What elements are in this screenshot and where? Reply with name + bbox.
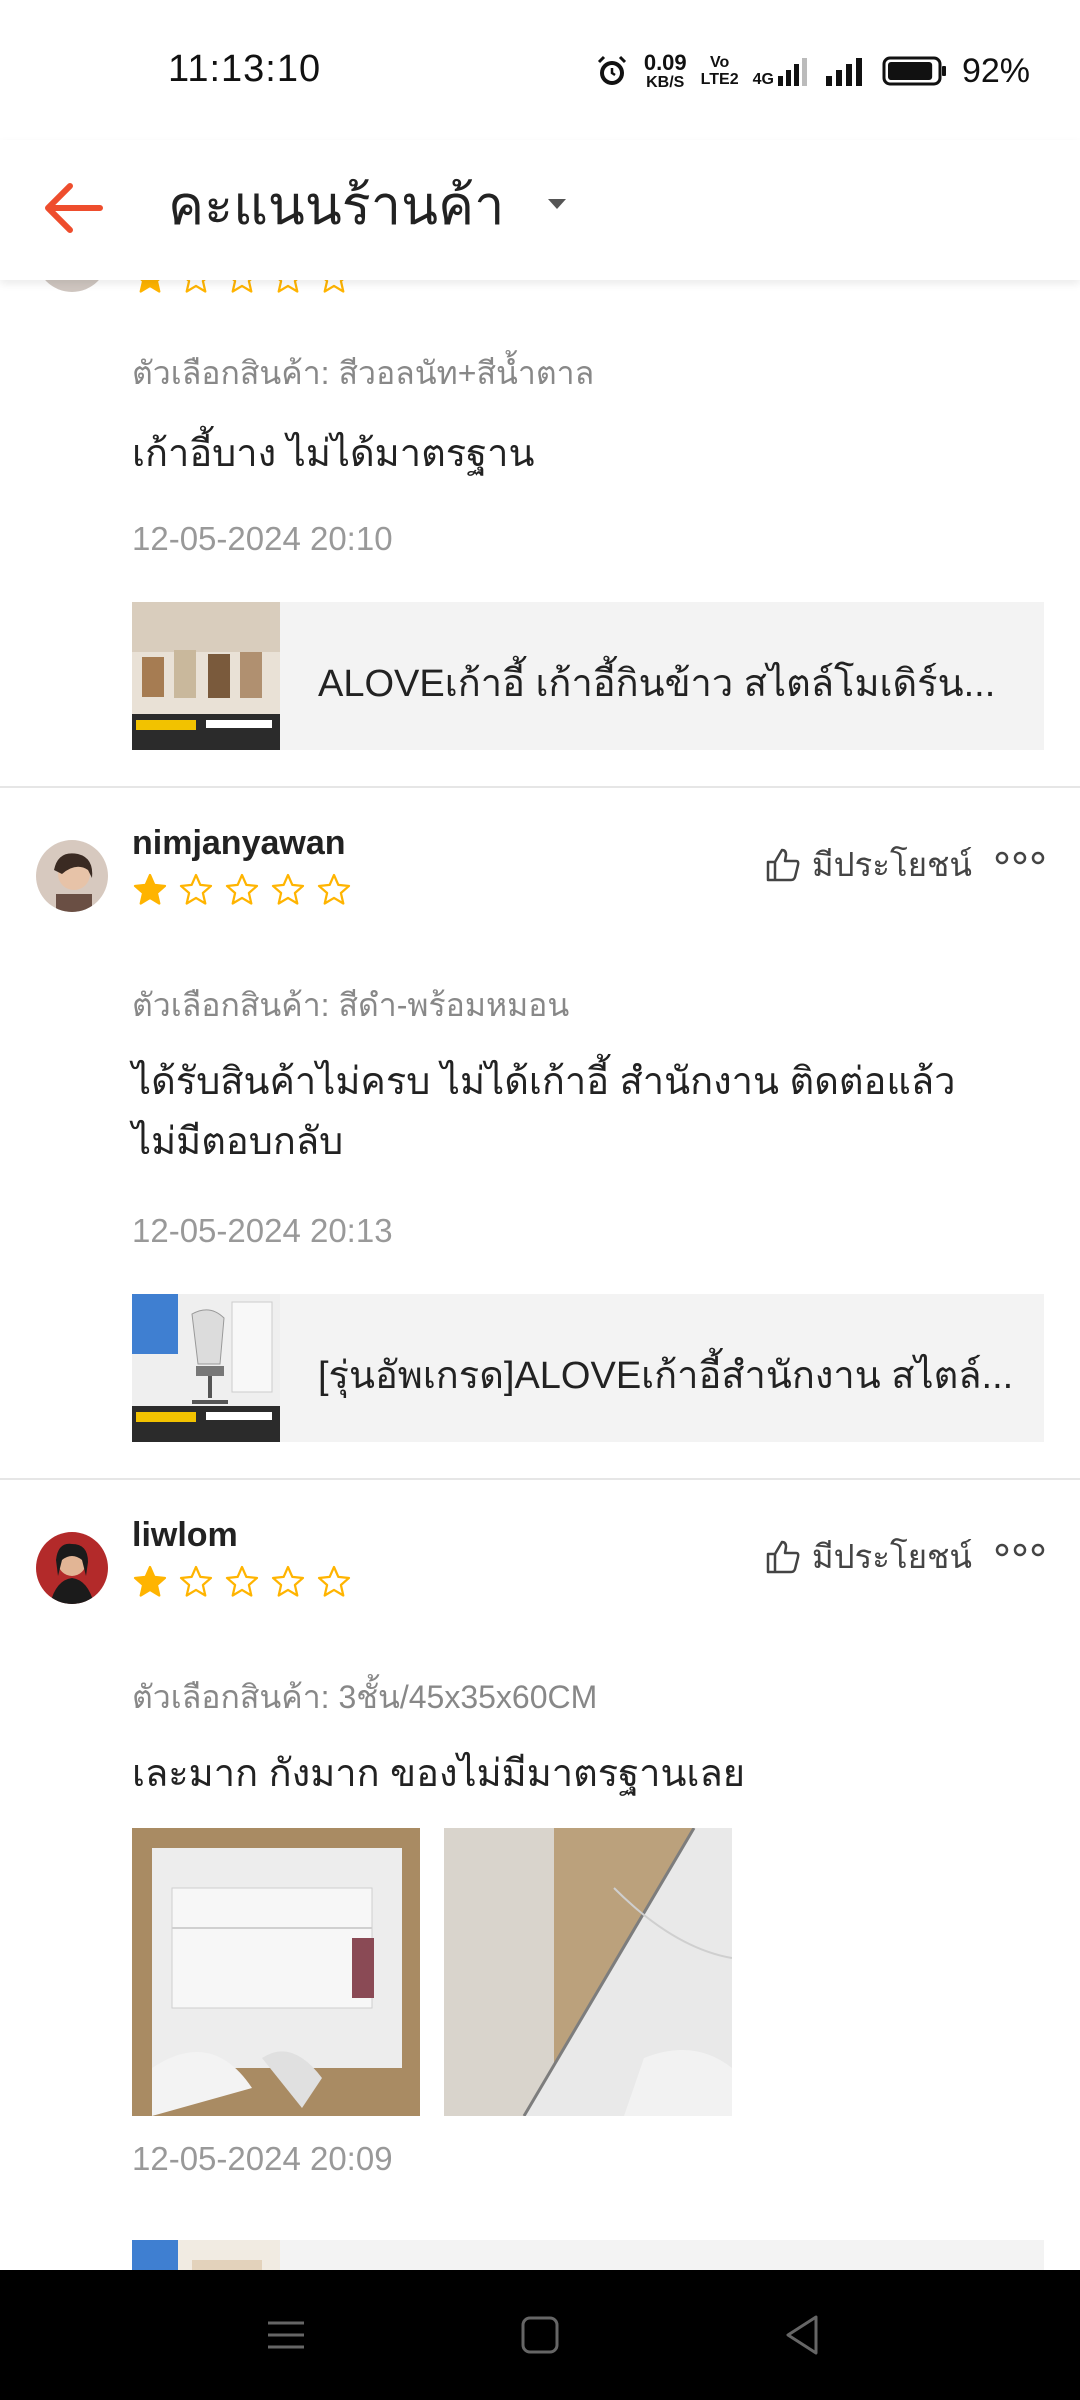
more-options-icon[interactable] xyxy=(992,838,1048,878)
product-name: [รุ่นอัพเกรด]ALOVEเก้าอี้สำนักงาน สไตล์.… xyxy=(318,1355,1014,1397)
helpful-button[interactable]: มีประโยชน์ xyxy=(764,1530,972,1583)
dropdown-caret-icon[interactable] xyxy=(542,188,572,218)
star-empty-icon xyxy=(317,1565,351,1597)
star-empty-icon xyxy=(225,873,259,905)
star-filled-icon xyxy=(139,280,161,293)
product-name: ALOVEเก้าอี้ เก้าอี้กินข้าว สไตล์โมเดิร์… xyxy=(318,663,996,705)
back-arrow-icon[interactable] xyxy=(36,168,116,248)
signal-icon-1 xyxy=(777,58,807,86)
product-variation: ตัวเลือกสินค้า: สีวอลนัท+สีน้ำตาล xyxy=(132,355,595,391)
avatar[interactable] xyxy=(36,1532,108,1604)
star-filled-icon xyxy=(133,1565,167,1597)
page-title: คะแนนร้านค้า xyxy=(168,176,505,236)
avatar[interactable] xyxy=(36,280,108,292)
star-empty-icon xyxy=(179,1565,213,1597)
star-empty-icon xyxy=(317,873,351,905)
star-empty-icon xyxy=(271,1565,305,1597)
volte-bottom: LTE2 xyxy=(700,71,739,88)
volte-top: Vo xyxy=(709,54,730,71)
star-empty-icon xyxy=(179,873,213,905)
thumbs-up-icon xyxy=(766,848,800,881)
star-empty-icon xyxy=(225,1565,259,1597)
review-photo[interactable] xyxy=(132,1828,420,2116)
battery-percent: 92% xyxy=(961,51,1030,90)
product-card[interactable] xyxy=(132,2240,1044,2270)
signal-icon-2 xyxy=(825,58,862,86)
review-item: ตัวเลือกสินค้า: สีวอลนัท+สีน้ำตาล เก้าอี… xyxy=(0,280,1080,788)
network-type-label: 4G xyxy=(752,71,774,88)
review-item: nimjanyawan มีประโยชน์ ตัวเลือกสินค้า: ส… xyxy=(0,788,1080,1480)
alarm-icon xyxy=(597,55,626,85)
helpful-label: มีประโยชน์ xyxy=(811,846,972,883)
star-empty-icon xyxy=(185,280,207,293)
product-thumbnail xyxy=(132,2240,280,2270)
star-rating xyxy=(132,872,352,908)
status-time: 11:13:10 xyxy=(168,48,322,90)
network-type: 4G xyxy=(753,54,810,88)
net-speed-value: 0.09 xyxy=(643,49,687,75)
menu-icon[interactable] xyxy=(256,2305,316,2365)
net-speed: 0.09 KB/S xyxy=(643,49,687,91)
reviewer-username[interactable]: nimjanyawan xyxy=(132,824,346,863)
star-empty-icon xyxy=(323,280,345,293)
product-thumbnail xyxy=(132,602,280,750)
thumbs-up-icon xyxy=(766,1540,800,1573)
star-rating xyxy=(132,1564,352,1600)
star-rating xyxy=(132,280,352,296)
review-date: 12-05-2024 20:09 xyxy=(132,2140,393,2177)
helpful-label: มีประโยชน์ xyxy=(811,1538,972,1575)
product-thumbnail xyxy=(132,1294,280,1442)
status-icons: 0.09 KB/S Vo LTE2 4G 92% xyxy=(594,48,1030,94)
review-photo[interactable] xyxy=(444,1828,732,2116)
review-date: 12-05-2024 20:13 xyxy=(132,1212,393,1249)
review-date: 12-05-2024 20:10 xyxy=(132,520,393,557)
review-text-line: ได้รับสินค้าไม่ครบ ไม่ได้เก้าอี้ สำนักงา… xyxy=(132,1061,956,1103)
reviewer-username[interactable]: liwlom xyxy=(132,1516,238,1555)
app-header: คะแนนร้านค้า xyxy=(0,140,1080,280)
product-card[interactable]: ALOVEเก้าอี้ เก้าอี้กินข้าว สไตล์โมเดิร์… xyxy=(132,602,1044,750)
review-item: liwlom มีประโยชน์ ตัวเลือกสินค้า: 3ชั้น/… xyxy=(0,1480,1080,2270)
review-text: เก้าอี้บาง ไม่ได้มาตรฐาน xyxy=(132,433,535,475)
net-speed-unit: KB/S xyxy=(646,73,685,91)
product-variation: ตัวเลือกสินค้า: 3ชั้น/45x35x60CM xyxy=(132,1679,598,1715)
more-options-icon[interactable] xyxy=(992,1530,1048,1570)
star-empty-icon xyxy=(271,873,305,905)
star-empty-icon xyxy=(277,280,299,293)
volte-indicator: Vo LTE2 xyxy=(701,54,739,88)
home-icon[interactable] xyxy=(510,2305,570,2365)
status-bar: 11:13:10 0.09 KB/S Vo LTE2 4G 92% xyxy=(0,0,1080,140)
star-empty-icon xyxy=(231,280,253,293)
back-icon[interactable] xyxy=(772,2305,832,2365)
system-nav-bar xyxy=(0,2270,1080,2400)
product-variation: ตัวเลือกสินค้า: สีดำ-พร้อมหมอน xyxy=(132,987,570,1023)
reviews-list: ตัวเลือกสินค้า: สีวอลนัท+สีน้ำตาล เก้าอี… xyxy=(0,280,1080,2270)
review-text: เละมาก กังมาก ของไม่มีมาตรฐานเลย xyxy=(132,1753,746,1795)
avatar[interactable] xyxy=(36,840,108,912)
battery-icon xyxy=(882,56,946,86)
product-card[interactable]: [รุ่นอัพเกรด]ALOVEเก้าอี้สำนักงาน สไตล์.… xyxy=(132,1294,1044,1442)
helpful-button[interactable]: มีประโยชน์ xyxy=(764,838,972,891)
review-text: ได้รับสินค้าไม่ครบ ไม่ได้เก้าอี้ สำนักงา… xyxy=(132,1052,1012,1172)
star-filled-icon xyxy=(133,873,167,905)
review-text-line: ไม่มีตอบกลับ xyxy=(132,1121,344,1163)
